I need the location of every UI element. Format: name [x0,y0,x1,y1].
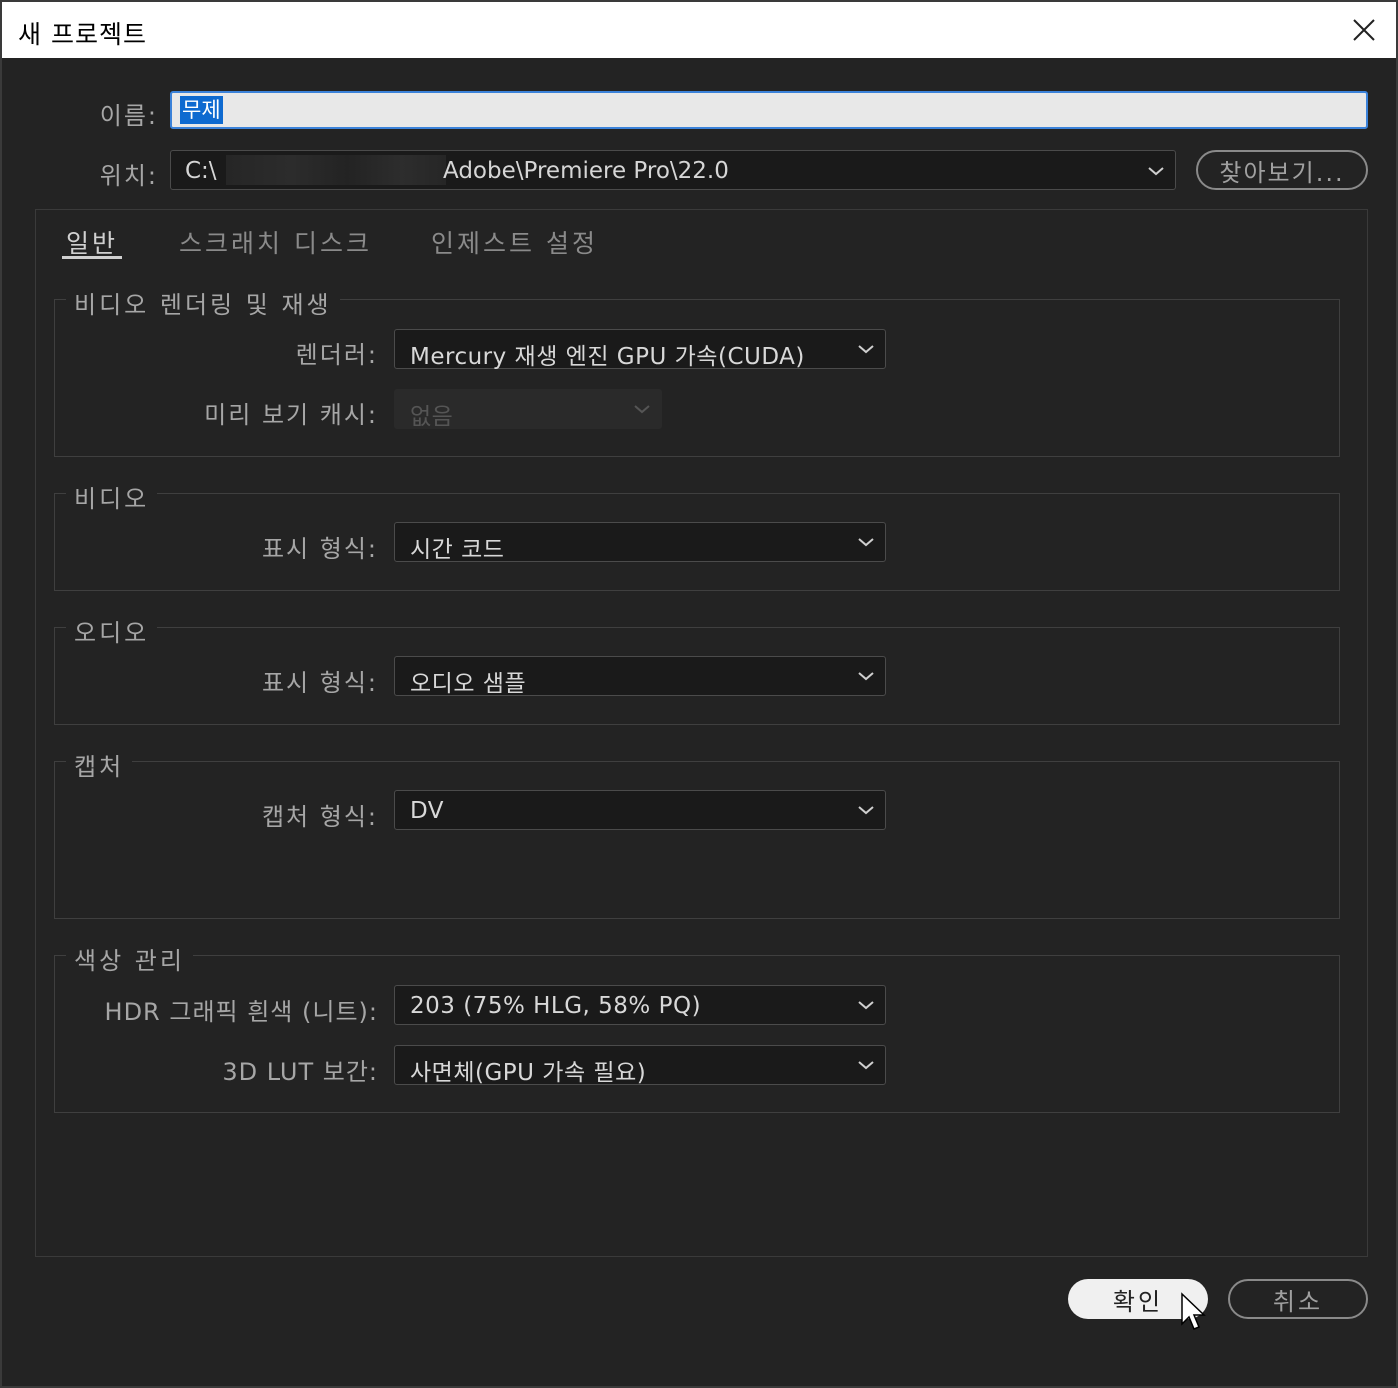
chevron-down-icon [858,806,874,815]
new-project-dialog: 새 프로젝트 이름: 무제 위치: C:\ Adobe\Premiere Pro… [0,0,1398,1388]
close-button[interactable] [1342,10,1386,50]
title-bar: 새 프로젝트 [2,2,1396,58]
audio-display-format-value: 오디오 샘플 [410,671,527,697]
preview-cache-dropdown: 없음 [394,389,662,430]
mouse-cursor-icon [1181,1292,1206,1330]
dialog-title: 새 프로젝트 [18,20,147,49]
preview-cache-value: 없음 [410,404,454,430]
name-label: 이름: [99,102,158,130]
hdr-graphics-white-dropdown[interactable]: 203 (75% HLG, 58% PQ) [394,985,886,1025]
group-title-color-management: 색상 관리 [66,941,193,976]
chevron-down-icon [858,345,874,354]
preview-cache-label: 미리 보기 캐시: [204,401,378,429]
cancel-button[interactable]: 취소 [1228,1279,1368,1319]
chevron-down-icon [858,672,874,681]
hdr-graphics-white-label: HDR 그래픽 흰색 (니트): [104,998,378,1026]
capture-format-dropdown[interactable]: DV [394,790,886,830]
capture-format-label: 캡처 형식: [261,803,378,831]
chevron-down-icon [858,1001,874,1010]
location-prefix: C:\ [185,158,217,184]
audio-display-format-dropdown[interactable]: 오디오 샘플 [394,656,886,697]
group-title-capture: 캡처 [66,747,133,782]
chevron-down-icon [858,1061,874,1070]
lut-interpolation-label: 3D LUT 보간: [222,1058,378,1086]
video-display-format-value: 시간 코드 [410,537,505,563]
location-label: 위치: [99,162,158,190]
video-display-format-dropdown[interactable]: 시간 코드 [394,522,886,563]
group-title-audio: 오디오 [66,613,158,648]
group-title-video: 비디오 [66,479,158,514]
close-icon [1353,19,1375,41]
location-suffix: Adobe\Premiere Pro\22.0 [443,158,729,184]
capture-format-value: DV [410,798,445,824]
tab-ingest-settings[interactable]: 인제스트 설정 [431,224,598,260]
renderer-label: 렌더러: [295,341,378,369]
chevron-down-icon [1148,167,1164,176]
group-capture [54,761,1340,919]
active-tab-indicator [62,256,122,259]
redacted-path [226,155,446,185]
chevron-down-icon [858,538,874,547]
hdr-graphics-white-value: 203 (75% HLG, 58% PQ) [410,993,702,1019]
tab-general[interactable]: 일반 [66,224,118,260]
tab-scratch-disks[interactable]: 스크래치 디스크 [179,224,372,260]
group-title-video-rendering: 비디오 렌더링 및 재생 [66,285,340,320]
chevron-down-icon [634,405,650,414]
name-input[interactable]: 무제 [170,91,1368,129]
audio-display-format-label: 표시 형식: [261,669,378,697]
lut-interpolation-value: 사면체(GPU 가속 필요) [410,1060,647,1086]
renderer-value: Mercury 재생 엔진 GPU 가속(CUDA) [410,344,805,370]
renderer-dropdown[interactable]: Mercury 재생 엔진 GPU 가속(CUDA) [394,329,886,370]
name-value: 무제 [180,96,223,124]
video-display-format-label: 표시 형식: [261,535,378,563]
browse-button[interactable]: 찾아보기... [1196,150,1368,190]
location-dropdown[interactable]: C:\ Adobe\Premiere Pro\22.0 [170,150,1176,190]
group-video-rendering [54,299,1340,457]
lut-interpolation-dropdown[interactable]: 사면체(GPU 가속 필요) [394,1045,886,1086]
group-color-management [54,955,1340,1113]
